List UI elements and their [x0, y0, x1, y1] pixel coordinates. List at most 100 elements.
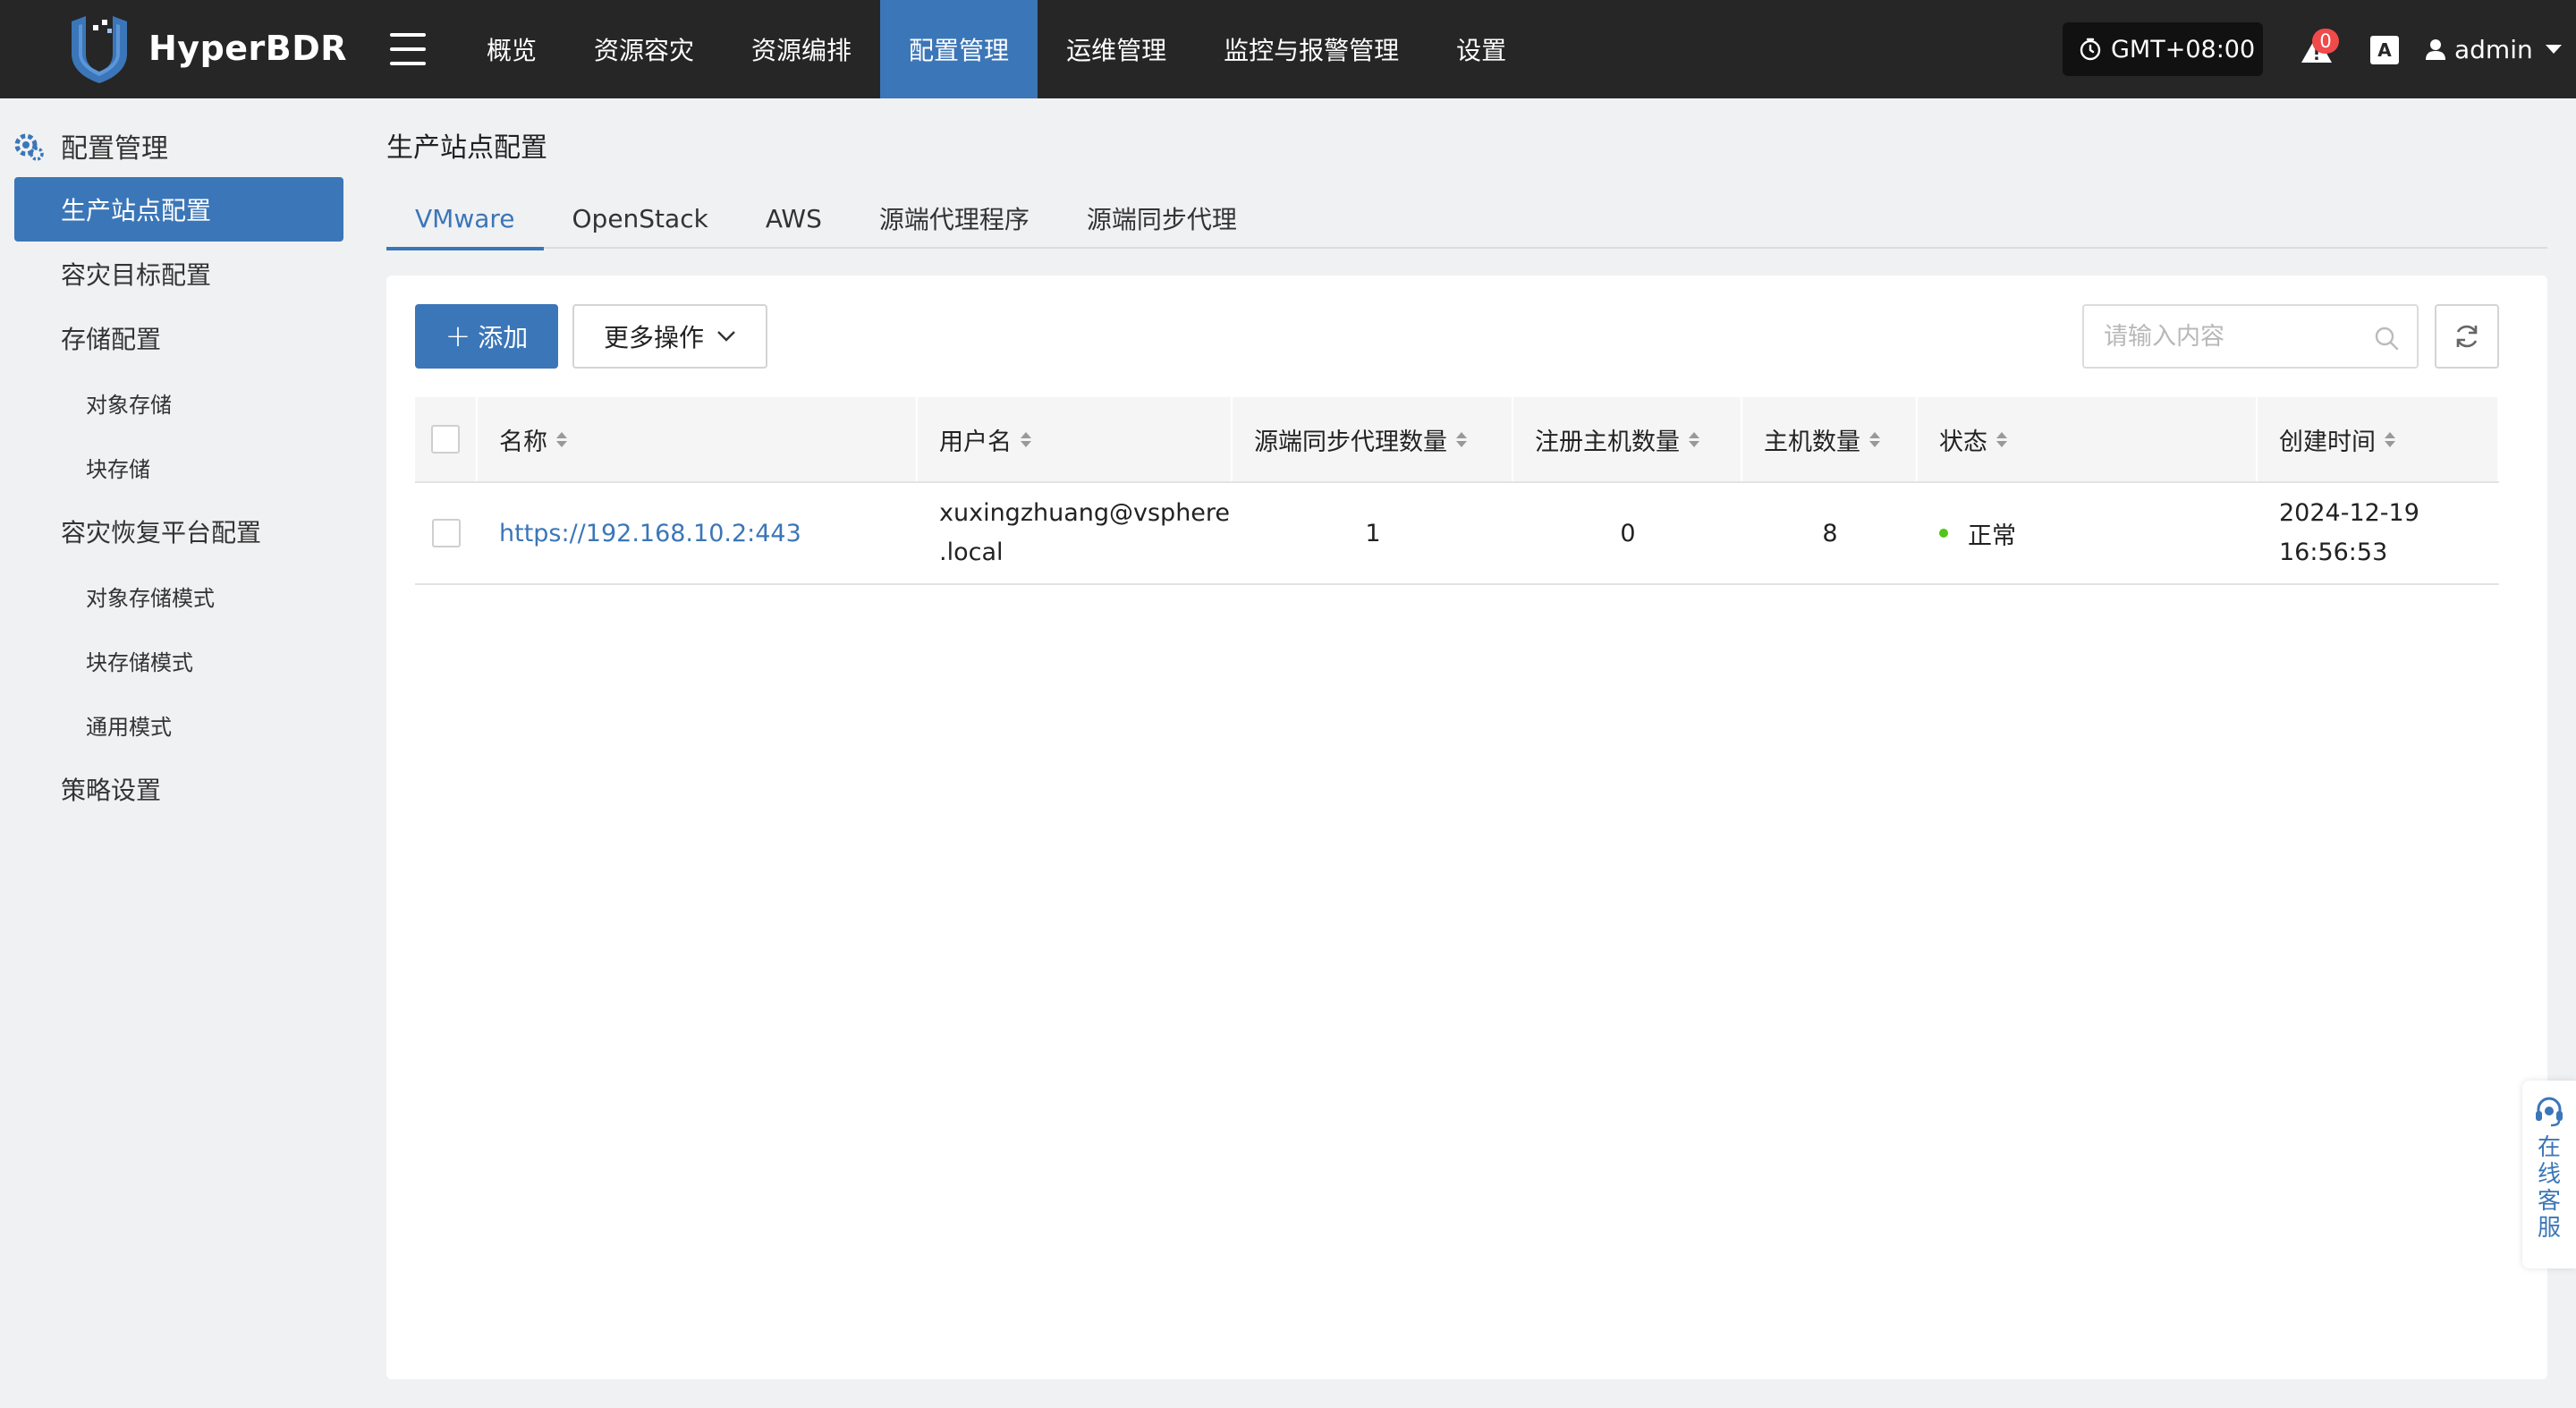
- sidebar-item-block-storage[interactable]: 块存储: [14, 435, 343, 499]
- username-label: admin: [2454, 34, 2533, 64]
- col-username[interactable]: 用户名: [918, 397, 1233, 481]
- username-line-2: .local: [939, 539, 1004, 566]
- sort-icon[interactable]: [1689, 431, 1699, 447]
- row-sync-agents-cell: 1: [1365, 519, 1381, 547]
- site-name-link[interactable]: https://192.168.10.2:443: [499, 520, 801, 547]
- sort-icon[interactable]: [1996, 431, 2007, 447]
- sort-icon[interactable]: [556, 431, 567, 447]
- col-status[interactable]: 状态: [1918, 397, 2258, 481]
- col-status-label: 状态: [1939, 428, 1987, 456]
- sort-icon[interactable]: [1869, 431, 1880, 447]
- tab-source-agent[interactable]: 源端代理程序: [851, 188, 1058, 249]
- more-actions-button[interactable]: 更多操作: [572, 304, 767, 369]
- search-icon[interactable]: [2374, 326, 2399, 351]
- logo[interactable]: HyperBDR: [66, 13, 347, 84]
- nav-resource-orchestration[interactable]: 资源编排: [723, 0, 880, 98]
- sidebar-item-block-storage-mode[interactable]: 块存储模式: [14, 628, 343, 692]
- col-sync-agent-count-label: 源端同步代理数量: [1254, 428, 1447, 456]
- sidebar-title: 配置管理: [61, 133, 168, 165]
- language-label: A: [2377, 39, 2392, 61]
- row-name-cell: https://192.168.10.2:443: [478, 483, 918, 583]
- nav-config-management[interactable]: 配置管理: [880, 0, 1038, 98]
- status-badge: 正常: [1968, 522, 2016, 550]
- online-service-label: 在线客服: [2537, 1134, 2561, 1242]
- sidebar-item-object-storage[interactable]: 对象存储: [14, 370, 343, 435]
- timezone-indicator[interactable]: GMT+08:00: [2063, 22, 2263, 76]
- clock-icon: [2080, 38, 2101, 61]
- online-service-button[interactable]: 在线客服: [2522, 1081, 2576, 1268]
- page-title: 生产站点配置: [386, 132, 547, 164]
- select-all-checkbox[interactable]: [431, 425, 460, 454]
- nav-resource-dr[interactable]: 资源容灾: [565, 0, 723, 98]
- user-menu[interactable]: admin: [2426, 27, 2562, 72]
- row-registered-hosts-cell: 0: [1620, 519, 1636, 547]
- sidebar-item-production-site[interactable]: 生产站点配置: [14, 177, 343, 242]
- caret-down-icon: [2545, 45, 2562, 54]
- language-switch-icon[interactable]: A: [2370, 36, 2399, 64]
- refresh-button[interactable]: [2435, 304, 2499, 369]
- search-box: [2082, 304, 2419, 369]
- sidebar-item-dr-target[interactable]: 容灾目标配置: [14, 242, 343, 306]
- username-value: xuxingzhuang@vsphere .local: [939, 494, 1230, 573]
- col-username-label: 用户名: [939, 428, 1012, 456]
- nav-overview[interactable]: 概览: [458, 0, 565, 98]
- site-table: 名称 用户名 源端同步代理数量 注册主机数量 主机数量 状态 创建时间 http…: [415, 397, 2499, 585]
- alert-count-badge: 0: [2312, 29, 2339, 54]
- table-header: 名称 用户名 源端同步代理数量 注册主机数量 主机数量 状态 创建时间: [415, 397, 2499, 483]
- nav-settings[interactable]: 设置: [1428, 0, 1535, 98]
- created-time: 16:56:53: [2279, 539, 2388, 566]
- more-actions-label: 更多操作: [603, 323, 704, 352]
- row-username-cell: xuxingzhuang@vsphere .local: [918, 483, 1233, 583]
- col-host-count[interactable]: 主机数量: [1742, 397, 1918, 481]
- shield-logo-icon: [72, 16, 127, 83]
- col-created-time[interactable]: 创建时间: [2258, 397, 2499, 481]
- chevron-down-icon: [717, 331, 735, 342]
- sidebar-item-dr-platform[interactable]: 容灾恢复平台配置: [14, 499, 343, 564]
- sidebar-item-policy-settings[interactable]: 策略设置: [14, 757, 343, 821]
- sidebar-item-general-mode[interactable]: 通用模式: [14, 692, 343, 757]
- row-checkbox-cell: [415, 483, 478, 583]
- menu-toggle-icon[interactable]: [386, 28, 429, 71]
- add-button-label: 添加: [478, 323, 529, 352]
- sidebar-header: 配置管理: [13, 123, 168, 168]
- top-nav: 概览 资源容灾 资源编排 配置管理 运维管理 监控与报警管理 设置: [458, 0, 1535, 98]
- col-registered-host-count[interactable]: 注册主机数量: [1513, 397, 1742, 481]
- nav-monitoring-alerts[interactable]: 监控与报警管理: [1195, 0, 1428, 98]
- tab-openstack[interactable]: OpenStack: [544, 188, 737, 249]
- gear-icon: [14, 133, 44, 161]
- sidebar-item-object-storage-mode[interactable]: 对象存储模式: [14, 564, 343, 628]
- created-value: 2024-12-19 16:56:53: [2279, 494, 2419, 573]
- col-registered-host-count-label: 注册主机数量: [1535, 428, 1680, 456]
- row-hosts-cell: 8: [1822, 519, 1838, 547]
- headset-icon: [2536, 1097, 2563, 1127]
- col-name-label: 名称: [499, 428, 547, 456]
- username-line-1: xuxingzhuang@vsphere: [939, 499, 1231, 527]
- tab-bar: VMware OpenStack AWS 源端代理程序 源端同步代理: [386, 188, 2547, 250]
- timezone-label: GMT+08:00: [2111, 35, 2256, 64]
- sidebar: 配置管理 生产站点配置 容灾目标配置 存储配置 对象存储 块存储 容灾恢复平台配…: [0, 98, 358, 1408]
- col-sync-agent-count[interactable]: 源端同步代理数量: [1233, 397, 1513, 481]
- row-checkbox[interactable]: [432, 519, 461, 547]
- tab-aws[interactable]: AWS: [737, 188, 851, 249]
- col-name[interactable]: 名称: [478, 397, 918, 481]
- tab-source-sync-proxy[interactable]: 源端同步代理: [1058, 188, 1266, 249]
- refresh-icon: [2456, 325, 2478, 348]
- sort-icon[interactable]: [1456, 431, 1467, 447]
- add-button[interactable]: + 添加: [415, 304, 558, 369]
- user-icon: [2426, 39, 2445, 60]
- nav-ops-management[interactable]: 运维管理: [1038, 0, 1195, 98]
- status-ok-dot: [1939, 529, 1948, 538]
- app-name: HyperBDR: [148, 29, 348, 68]
- sidebar-item-storage[interactable]: 存储配置: [14, 306, 343, 370]
- col-created-time-label: 创建时间: [2279, 428, 2376, 456]
- table-row: https://192.168.10.2:443 xuxingzhuang@vs…: [415, 483, 2499, 585]
- tab-vmware[interactable]: VMware: [386, 188, 544, 250]
- sort-icon[interactable]: [2385, 431, 2395, 447]
- row-created-cell: 2024-12-19 16:56:53: [2258, 483, 2499, 583]
- created-date: 2024-12-19: [2279, 499, 2419, 527]
- search-input[interactable]: [2104, 322, 2372, 351]
- col-host-count-label: 主机数量: [1764, 428, 1860, 456]
- sort-icon[interactable]: [1021, 431, 1031, 447]
- row-status-cell: 正常: [1918, 483, 2258, 583]
- content-card: + 添加 更多操作 名称: [386, 276, 2547, 1379]
